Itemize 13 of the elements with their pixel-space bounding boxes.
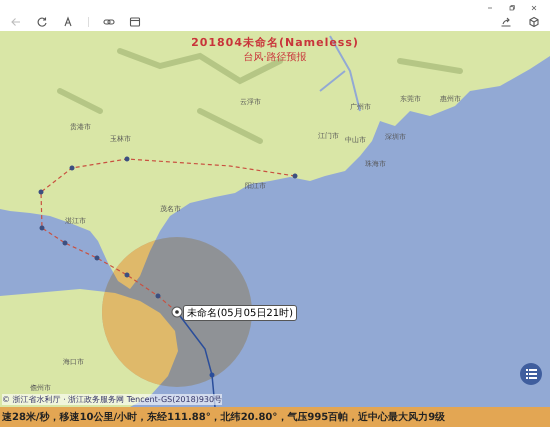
map-title: 201804未命名(Nameless) xyxy=(191,35,359,50)
window-icon[interactable] xyxy=(129,16,141,28)
close-icon[interactable] xyxy=(530,4,538,12)
share-icon[interactable] xyxy=(500,16,512,28)
restore-icon[interactable] xyxy=(508,4,516,12)
text-size-icon[interactable] xyxy=(62,16,74,28)
storm-label: 未命名(05月05日21时) xyxy=(183,305,297,321)
map-subtitle: 台风·路径预报 xyxy=(243,50,307,64)
refresh-icon[interactable] xyxy=(36,16,48,28)
cube-icon[interactable] xyxy=(528,16,540,28)
map-attribution: © 浙江省水利厅 · 浙江政务服务网 Tencent-GS(2018)930号 xyxy=(2,394,222,405)
list-icon xyxy=(526,369,536,379)
status-text: 速28米/秒，移速10公里/小时，东经111.88°，北纬20.80°，气压995百帕，近中心最大风力9级 xyxy=(2,410,446,424)
